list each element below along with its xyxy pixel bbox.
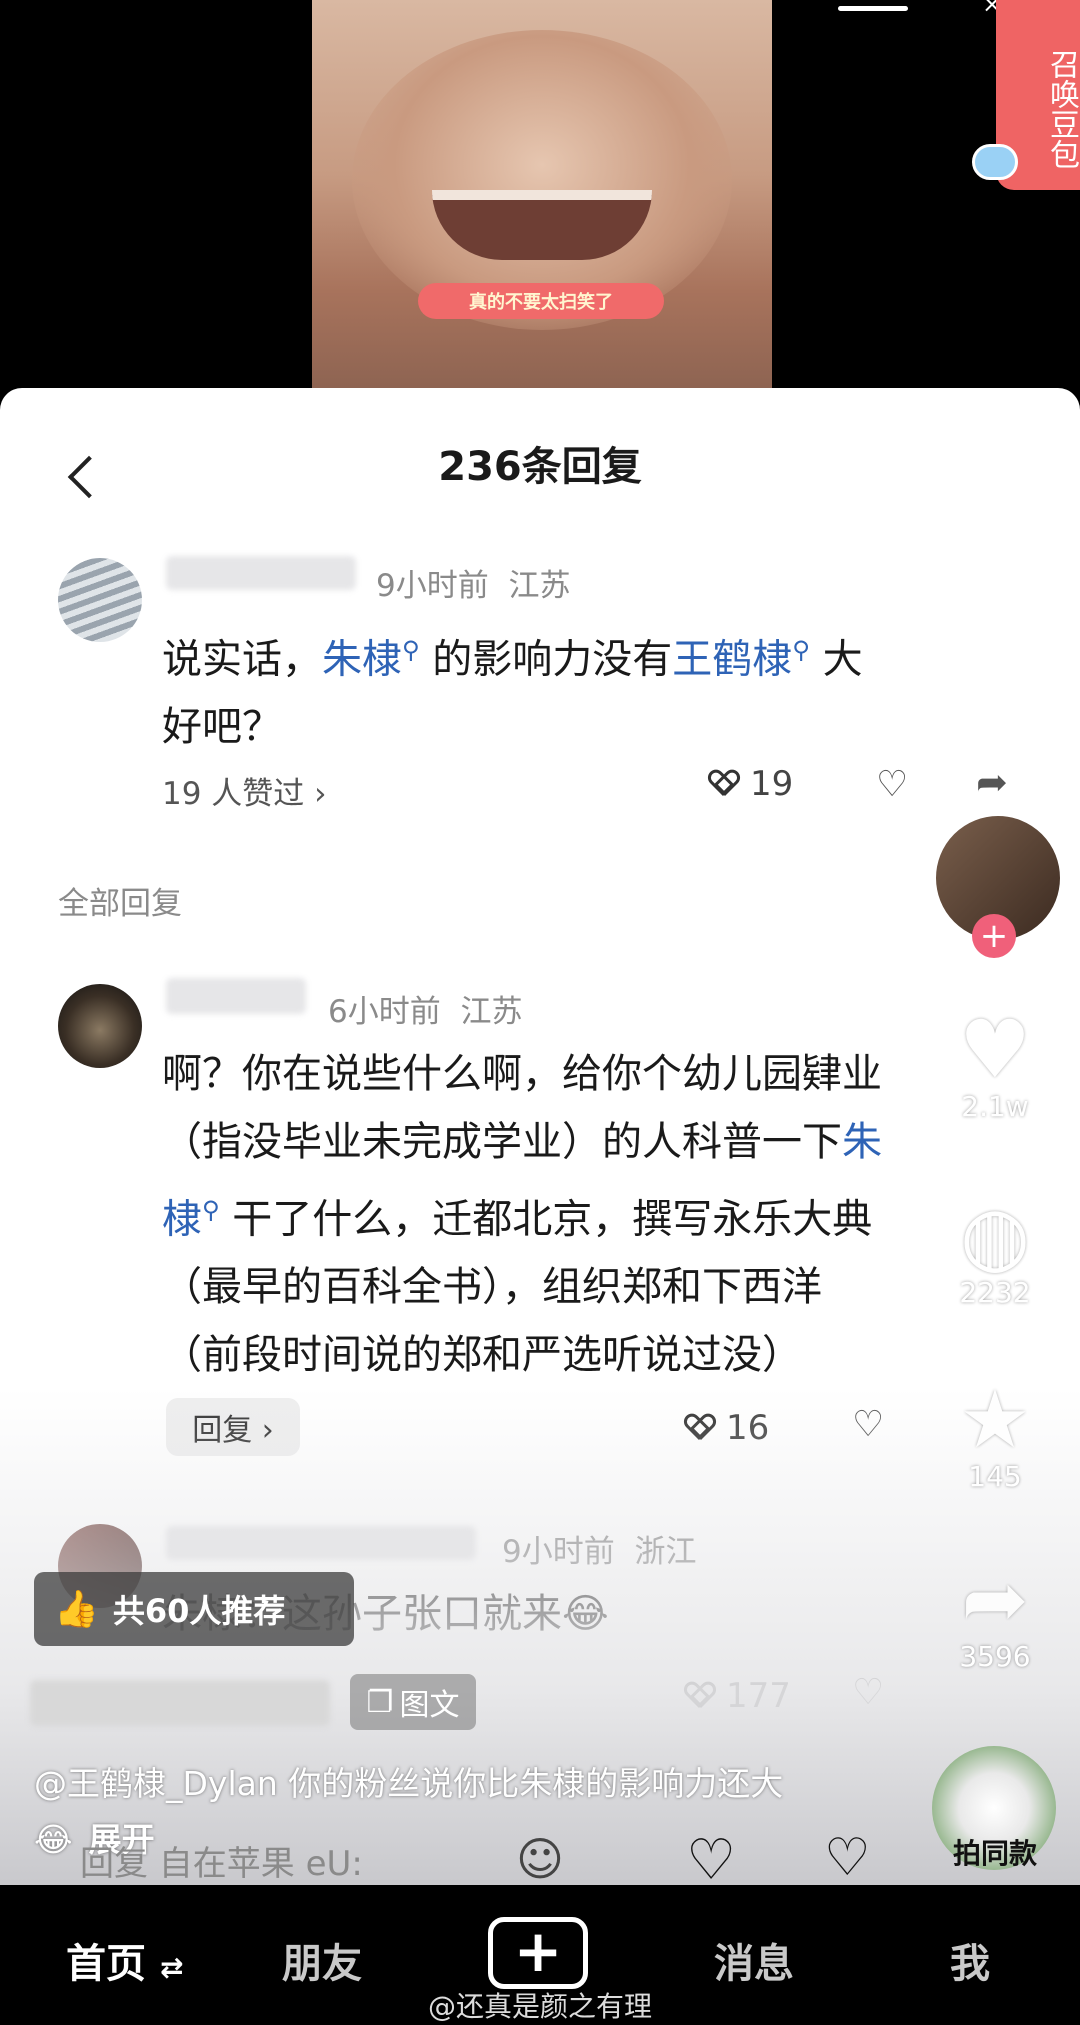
drag-handle[interactable]	[838, 6, 908, 11]
share-icon[interactable]: ➦	[976, 760, 1008, 804]
comment-meta: 9小时前 浙江	[502, 1526, 696, 1571]
comment-time: 6小时前	[328, 994, 441, 1030]
reply-button[interactable]: 回复 ›	[166, 1398, 300, 1456]
switch-icon: ⇄	[159, 1951, 184, 1984]
video-subtitle: 真的不要太扫笑了	[418, 283, 664, 319]
search-link-zhudi[interactable]: 朱	[842, 1119, 882, 1165]
author-name-blurred[interactable]	[30, 1680, 330, 1726]
like-button[interactable]: 16	[686, 1408, 769, 1448]
broken-heart-icon[interactable]: ♡	[824, 1828, 871, 1888]
username-blurred[interactable]	[166, 556, 356, 590]
comment-meta: 6小时前 江苏	[328, 986, 522, 1031]
comment-region: 浙江	[634, 1534, 697, 1570]
follow-plus-icon[interactable]: +	[972, 914, 1016, 958]
reply-input[interactable]: 回复 自在苹果 eU:	[80, 1836, 363, 1885]
watermark: @还真是颜之有理	[427, 1990, 652, 2023]
comment-bubble-icon: ◍	[960, 1189, 1030, 1282]
search-icon: ⚲	[202, 1196, 220, 1224]
image-text-icon: ❐	[366, 1684, 394, 1720]
video-frame	[312, 0, 772, 388]
side-like-button[interactable]: ♥ 2.1w	[940, 1003, 1050, 1124]
heart-icon	[686, 1682, 716, 1710]
reply-sheet: 236条回复 9小时前 江苏 说实话，朱棣⚲ 的影响力没有王鹤棣⚲ 大 好吧？ …	[0, 388, 1080, 1888]
avatar[interactable]	[58, 984, 142, 1068]
sheet-title: 236条回复	[438, 444, 642, 490]
search-icon: ⚲	[402, 636, 420, 664]
star-icon: ★	[959, 1373, 1031, 1466]
liked-by-link[interactable]: 19 人赞过 ›	[162, 768, 327, 813]
like-button[interactable]: 177	[686, 1676, 791, 1716]
tab-me[interactable]: 我	[950, 1931, 990, 1989]
comment-region: 江苏	[460, 994, 523, 1030]
video-player[interactable]: 真的不要太扫笑了 × 召唤豆包	[0, 0, 1080, 400]
dislike-broken-heart-icon[interactable]: ♡	[852, 1404, 884, 1445]
thumbs-up-icon: 👍	[54, 1589, 99, 1630]
comment-region: 江苏	[508, 568, 571, 604]
avatar[interactable]	[58, 558, 142, 642]
share-arrow-icon: ➦	[961, 1553, 1029, 1646]
comment-text: 啊？你在说些什么啊，给你个幼儿园肄业 （指没毕业未完成学业）的人科普一下朱 棣⚲…	[162, 1051, 882, 1379]
like-count: 177	[726, 1676, 791, 1716]
search-icon: ⚲	[792, 636, 810, 664]
side-star-button[interactable]: ★ 145	[940, 1373, 1050, 1494]
username-blurred[interactable]	[166, 978, 306, 1014]
side-share-button[interactable]: ➦ 3596	[940, 1553, 1050, 1674]
tab-home[interactable]: 首页 ⇄	[66, 1931, 183, 1989]
like-count: 19	[750, 764, 794, 804]
tag-label: 图文	[399, 1688, 460, 1723]
create-plus-button[interactable]: +	[488, 1917, 588, 1989]
heart-icon	[686, 1414, 716, 1442]
search-link-zhudi[interactable]: 朱棣	[322, 636, 402, 682]
heart-icon: ♥	[959, 1003, 1031, 1096]
like-button[interactable]: 19	[710, 764, 793, 804]
heart-outline-icon[interactable]: ♡	[686, 1828, 736, 1893]
comment-time: 9小时前	[376, 568, 489, 604]
dislike-broken-heart-icon[interactable]: ♡	[852, 1672, 884, 1713]
heart-icon	[710, 770, 740, 798]
dislike-broken-heart-icon[interactable]: ♡	[876, 764, 908, 805]
tab-messages[interactable]: 消息	[714, 1931, 794, 1989]
side-favorite-button[interactable]: ◍ 2232	[940, 1189, 1050, 1310]
tag-pill[interactable]: ❐ 图文	[350, 1674, 476, 1730]
emoji-icon[interactable]: ☺	[516, 1832, 564, 1886]
chat-bubble-icon	[972, 144, 1018, 180]
like-count: 16	[726, 1408, 770, 1448]
search-link-wanghedi[interactable]: 王鹤棣	[672, 636, 792, 682]
comment-time: 9小时前	[502, 1534, 615, 1570]
search-link-zhudi[interactable]: 棣	[162, 1196, 202, 1242]
section-label: 全部回复	[58, 886, 182, 922]
recommend-badge[interactable]: 👍 共60人推荐	[34, 1572, 354, 1646]
username-blurred[interactable]	[166, 1526, 476, 1560]
comment-text: 说实话，朱棣⚲ 的影响力没有王鹤棣⚲ 大 好吧？	[162, 636, 863, 751]
tab-bar: 首页 ⇄ 朋友 + 消息 我 @还真是颜之有理	[0, 1885, 1080, 2025]
same-style-label: 拍同款	[952, 1837, 1037, 1870]
recommend-label: 共60人推荐	[112, 1592, 286, 1630]
comment-meta: 9小时前 江苏	[376, 560, 570, 605]
tab-friends[interactable]: 朋友	[282, 1931, 362, 1989]
